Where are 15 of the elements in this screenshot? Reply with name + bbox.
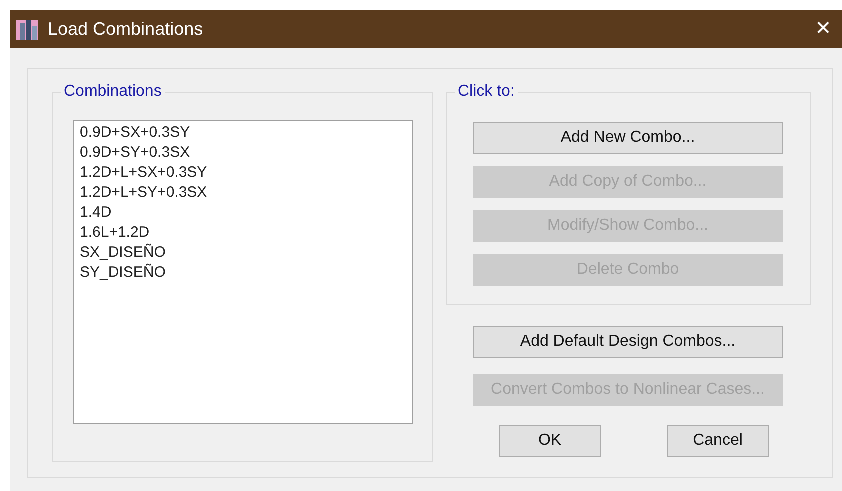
list-item[interactable]: 1.4D [80, 203, 412, 223]
close-button[interactable]: ✕ [815, 14, 832, 44]
dialog-button[interactable]: OK [499, 425, 601, 457]
list-item[interactable]: SY_DISEÑO [80, 263, 412, 283]
list-item[interactable]: 0.9D+SY+0.3SX [80, 143, 412, 163]
window-title: Load Combinations [48, 18, 204, 40]
list-item[interactable]: 1.2D+L+SY+0.3SX [80, 183, 412, 203]
dialog-button[interactable]: Add Default Design Combos... [473, 326, 783, 358]
list-item[interactable]: SX_DISEÑO [80, 243, 412, 263]
list-item[interactable]: 1.6L+1.2D [80, 223, 412, 243]
list-item[interactable]: 1.2D+L+SX+0.3SY [80, 163, 412, 183]
list-item[interactable]: 0.9D+SX+0.3SY [80, 123, 412, 143]
dialog-button[interactable]: Add New Combo... [473, 122, 783, 154]
dialog-button[interactable]: Cancel [667, 425, 769, 457]
app-icon [16, 18, 38, 40]
